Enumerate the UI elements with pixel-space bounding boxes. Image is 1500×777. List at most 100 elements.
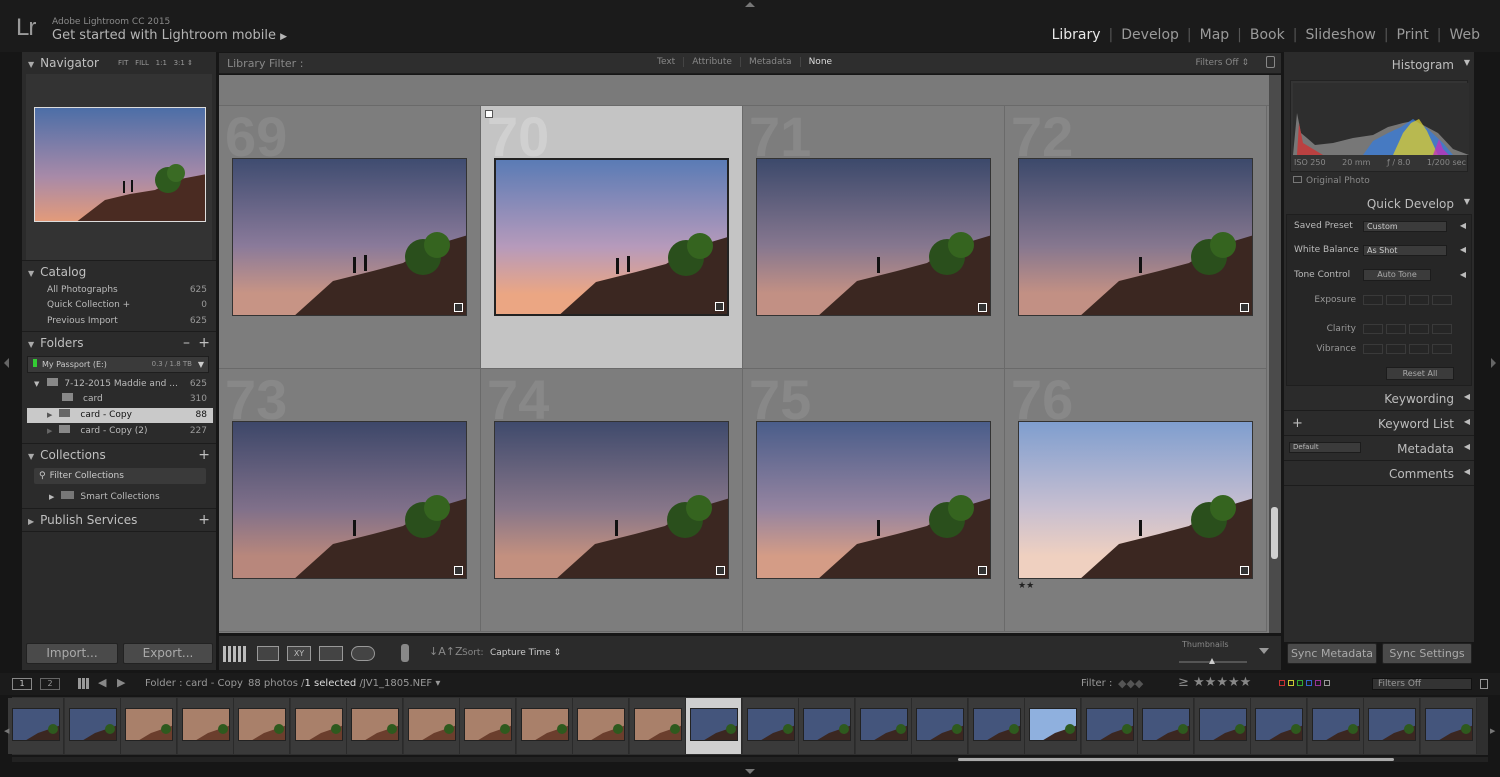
loupe-view-icon[interactable] (257, 646, 279, 661)
color-label-filter[interactable] (1315, 680, 1321, 686)
grid-scrollbar-thumb[interactable] (1271, 507, 1278, 559)
grid-cell[interactable]: 72 (1005, 105, 1267, 369)
keyword-list-header[interactable]: + Keyword List ◀ (1284, 416, 1474, 431)
primary-window-button[interactable]: 1 (12, 678, 32, 690)
filmstrip-filter-preset-select[interactable]: Filters Off (1372, 678, 1472, 690)
identity-line-2[interactable]: Get started with Lightroom mobile ▶ (52, 28, 287, 43)
secondary-window-button[interactable]: 2 (40, 678, 60, 690)
vibrance-increase-button[interactable] (1409, 344, 1429, 354)
comments-header[interactable]: Comments ◀ (1284, 467, 1474, 481)
sort-direction-icon[interactable]: ↓A↑Z (429, 645, 463, 658)
back-arrow-icon[interactable]: ◀ (98, 676, 106, 689)
flag-filter-icons[interactable]: ◆◆◆ (1118, 677, 1143, 690)
expand-triangle-icon[interactable]: ▶ (49, 493, 54, 501)
vibrance-big-decrease-button[interactable] (1363, 344, 1383, 354)
filmstrip-cell[interactable] (686, 698, 742, 754)
filmstrip-cell[interactable] (1364, 698, 1420, 754)
sort-select[interactable]: Capture Time ⇕ (490, 648, 561, 658)
module-book[interactable]: Book (1242, 27, 1293, 43)
compare-view-icon[interactable]: XY (287, 646, 311, 661)
toolbar-menu-icon[interactable] (1259, 648, 1269, 654)
sync-metadata-button[interactable]: Sync Metadata (1287, 643, 1377, 664)
painter-icon[interactable] (401, 644, 409, 662)
export-button[interactable]: Export... (123, 643, 213, 664)
photo-thumbnail[interactable] (232, 421, 467, 579)
slider-handle-icon[interactable] (1209, 658, 1215, 664)
filmstrip-cell[interactable] (1138, 698, 1194, 754)
clarity-increase-button[interactable] (1409, 324, 1429, 334)
exposure-big-decrease-button[interactable] (1363, 295, 1383, 305)
filter-tab-metadata[interactable]: Metadata (739, 57, 800, 67)
grid-cell[interactable]: 70 (481, 105, 743, 369)
add-keyword-button[interactable]: + (1292, 416, 1303, 431)
filter-tab-attribute[interactable]: Attribute (683, 57, 740, 67)
navigator-preview-area[interactable] (26, 74, 212, 260)
filmstrip-cell[interactable] (1251, 698, 1307, 754)
folder-row-main[interactable]: ▼ 7-12-2015 Maddie and ... 625 (27, 377, 213, 392)
smart-collections-row[interactable]: ▶ Smart Collections (27, 490, 213, 505)
star-rating[interactable]: ★★ (1018, 581, 1034, 591)
filmstrip-cell[interactable] (1194, 698, 1251, 754)
filmstrip-cell[interactable] (1420, 698, 1477, 754)
photo-thumbnail[interactable] (756, 158, 991, 316)
import-button[interactable]: Import... (26, 643, 118, 664)
reset-all-button[interactable]: Reset All (1386, 367, 1454, 380)
filmstrip-source-label[interactable]: Folder : card - Copy (145, 678, 243, 689)
module-web[interactable]: Web (1441, 27, 1488, 43)
filmstrip-cell[interactable] (347, 698, 403, 754)
photo-thumbnail[interactable] (756, 421, 991, 579)
folder-row-card[interactable]: card 310 (27, 392, 213, 407)
exposure-big-increase-button[interactable] (1432, 295, 1452, 305)
filmstrip-scroll-left-icon[interactable]: ◀ (4, 727, 9, 735)
clarity-big-increase-button[interactable] (1432, 324, 1452, 334)
nav-3-1[interactable]: 3:1 (174, 59, 185, 67)
sync-settings-button[interactable]: Sync Settings (1382, 643, 1472, 664)
module-map[interactable]: Map (1192, 27, 1238, 43)
folders-header[interactable]: ▼ Folders – + (22, 331, 216, 353)
collections-header[interactable]: ▼ Collections + (22, 443, 216, 465)
catalog-header[interactable]: ▼ Catalog (22, 260, 216, 282)
color-label-filter[interactable] (1324, 680, 1330, 686)
filter-preset-select[interactable]: Filters Off ⇕ (1195, 58, 1249, 68)
grid-shortcut-icon[interactable] (78, 678, 89, 689)
color-label-filter[interactable] (1279, 680, 1285, 686)
color-label-filter[interactable] (1288, 680, 1294, 686)
expand-left-triangle-icon[interactable]: ◀ (1460, 216, 1466, 236)
drive-dropdown-icon[interactable]: ▼ (198, 357, 204, 372)
filter-collections-input[interactable]: ⚲ Filter Collections (34, 468, 206, 484)
photo-thumbnail[interactable] (1018, 158, 1253, 316)
add-collection-button[interactable]: + (198, 444, 210, 466)
nav-fit[interactable]: FIT (118, 59, 128, 67)
expand-left-triangle-icon[interactable]: ◀ (1460, 240, 1466, 260)
right-panel-toggle-icon[interactable] (1491, 358, 1496, 368)
thumbnail-size-slider[interactable] (1179, 658, 1247, 664)
keywording-header[interactable]: Keywording ◀ (1284, 392, 1474, 406)
exposure-decrease-button[interactable] (1386, 295, 1406, 305)
filmstrip-count[interactable]: 88 photos /1 selected /JV1_1805.NEF ▾ (248, 678, 440, 689)
filmstrip-cell[interactable] (403, 698, 460, 754)
filmstrip-scrollbar-thumb[interactable] (958, 758, 1394, 761)
expand-left-triangle-icon[interactable]: ◀ (1460, 265, 1466, 285)
filter-lock-icon[interactable] (1480, 679, 1488, 689)
color-label-filter[interactable] (1306, 680, 1312, 686)
folder-row-card-copy[interactable]: ▶ card - Copy 88 (27, 408, 213, 423)
grid-cell[interactable]: 69 (219, 105, 481, 369)
navigator-header[interactable]: ▼ Navigator FIT FILL 1:1 3:1 ⇕ (22, 52, 216, 74)
histogram-header[interactable]: Histogram ▼ (1284, 58, 1474, 72)
grid-cell[interactable]: 75 (743, 368, 1005, 632)
vibrance-big-increase-button[interactable] (1432, 344, 1452, 354)
catalog-item-previous-import[interactable]: Previous Import 625 (27, 314, 213, 329)
drive-row[interactable]: My Passport (E:) 0.3 / 1.8 TB ▼ (27, 356, 209, 373)
filmstrip-cell[interactable] (1025, 698, 1081, 754)
filmstrip-cell[interactable] (912, 698, 968, 754)
survey-view-icon[interactable] (319, 646, 343, 661)
module-develop[interactable]: Develop (1113, 27, 1187, 43)
grid-cell[interactable]: 76 ★★ (1005, 368, 1267, 632)
nav-fill[interactable]: FILL (135, 59, 149, 67)
filmstrip-scroll-right-icon[interactable]: ▶ (1490, 727, 1495, 735)
histogram-panel[interactable]: ISO 250 20 mm ƒ / 8.0 1/200 sec (1290, 80, 1469, 172)
flag-icon[interactable] (485, 110, 493, 118)
module-library[interactable]: Library (1044, 27, 1109, 43)
photo-thumbnail[interactable] (494, 421, 729, 579)
expand-triangle-icon[interactable]: ▶ (47, 411, 52, 419)
